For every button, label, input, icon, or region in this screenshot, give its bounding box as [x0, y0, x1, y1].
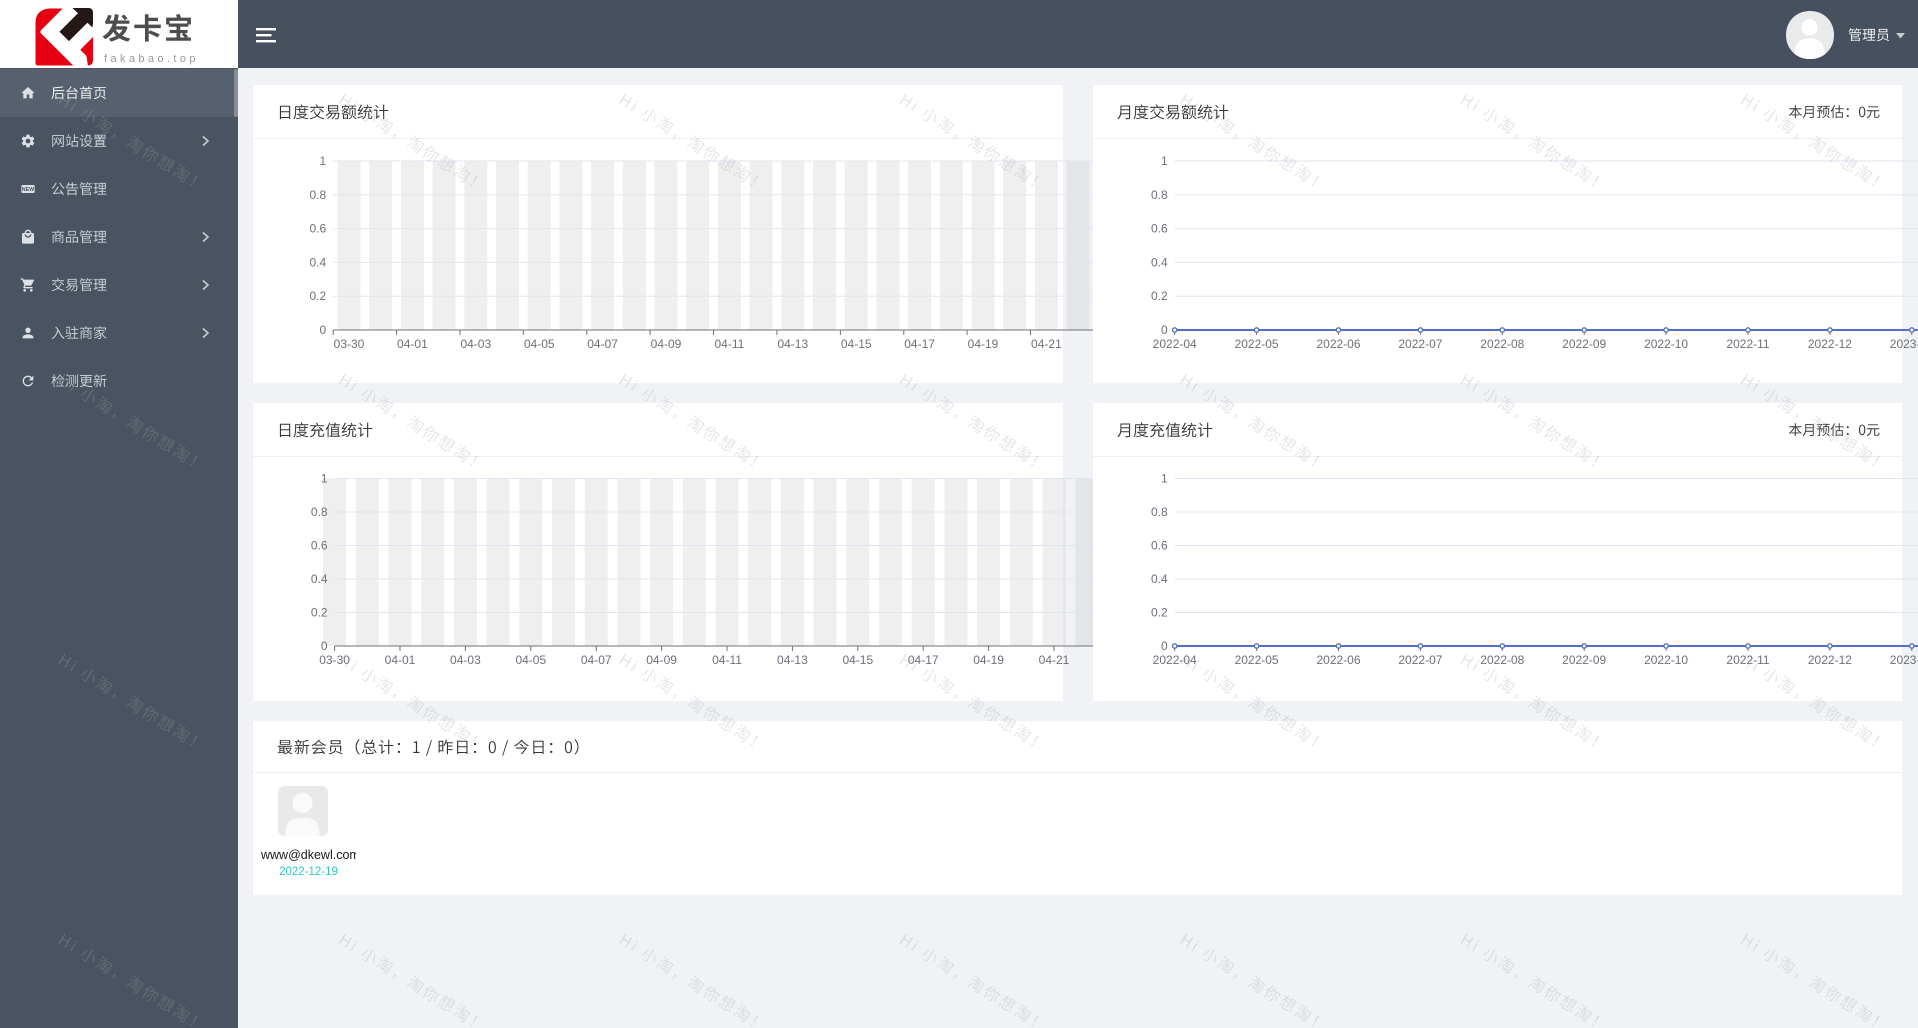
svg-text:04-03: 04-03: [460, 337, 491, 351]
svg-text:0.6: 0.6: [309, 222, 326, 236]
svg-text:0.2: 0.2: [309, 289, 326, 303]
svg-text:03-30: 03-30: [334, 337, 365, 351]
svg-text:2022-04: 2022-04: [1153, 653, 1197, 667]
svg-text:0: 0: [321, 639, 328, 653]
svg-text:04-21: 04-21: [1031, 337, 1062, 351]
svg-text:1: 1: [319, 154, 326, 168]
svg-text:03-30: 03-30: [319, 653, 350, 667]
svg-text:0.6: 0.6: [311, 539, 328, 553]
svg-text:0.8: 0.8: [1151, 188, 1168, 202]
svg-text:0.2: 0.2: [311, 606, 328, 620]
svg-text:0: 0: [1161, 639, 1168, 653]
svg-text:0.4: 0.4: [1151, 572, 1168, 586]
svg-text:2022-05: 2022-05: [1235, 337, 1279, 351]
svg-text:2022-05: 2022-05: [1235, 653, 1279, 667]
svg-text:04-19: 04-19: [973, 653, 1004, 667]
svg-text:0.8: 0.8: [309, 188, 326, 202]
svg-text:2022-06: 2022-06: [1316, 653, 1360, 667]
svg-text:04-05: 04-05: [524, 337, 555, 351]
svg-text:2022-11: 2022-11: [1726, 337, 1769, 351]
svg-text:04-07: 04-07: [581, 653, 612, 667]
svg-text:2022-09: 2022-09: [1562, 653, 1606, 667]
svg-text:1: 1: [1161, 472, 1168, 486]
svg-text:2022-12: 2022-12: [1808, 653, 1852, 667]
svg-text:0.8: 0.8: [1151, 505, 1168, 519]
svg-text:2022-10: 2022-10: [1644, 653, 1688, 667]
svg-text:04-13: 04-13: [777, 337, 808, 351]
svg-text:04-15: 04-15: [842, 653, 873, 667]
svg-text:0.6: 0.6: [1151, 222, 1168, 236]
svg-text:0.4: 0.4: [309, 255, 326, 269]
svg-text:2023-01: 2023-01: [1890, 337, 1918, 351]
svg-text:1: 1: [321, 472, 328, 486]
svg-text:2023-01: 2023-01: [1890, 653, 1918, 667]
svg-text:04-09: 04-09: [651, 337, 682, 351]
svg-text:04-11: 04-11: [714, 337, 744, 351]
svg-text:04-15: 04-15: [841, 337, 872, 351]
svg-text:1: 1: [1161, 154, 1168, 168]
svg-text:NEW: NEW: [22, 187, 35, 193]
svg-text:04-07: 04-07: [587, 337, 618, 351]
svg-text:0.4: 0.4: [1151, 255, 1168, 269]
svg-text:2022-08: 2022-08: [1480, 653, 1524, 667]
svg-text:04-21: 04-21: [1039, 653, 1070, 667]
svg-text:0.6: 0.6: [1151, 539, 1168, 553]
svg-text:0.4: 0.4: [311, 572, 328, 586]
svg-text:2022-08: 2022-08: [1480, 337, 1524, 351]
svg-text:04-13: 04-13: [777, 653, 808, 667]
svg-text:04-09: 04-09: [646, 653, 677, 667]
svg-text:0.2: 0.2: [1151, 289, 1168, 303]
svg-text:2022-06: 2022-06: [1316, 337, 1360, 351]
svg-text:2022-04: 2022-04: [1153, 337, 1197, 351]
svg-text:04-05: 04-05: [515, 653, 546, 667]
svg-text:2022-11: 2022-11: [1726, 653, 1769, 667]
svg-text:0: 0: [1161, 323, 1168, 337]
svg-text:04-03: 04-03: [450, 653, 481, 667]
svg-text:04-19: 04-19: [968, 337, 999, 351]
svg-text:2022-10: 2022-10: [1644, 337, 1688, 351]
svg-text:04-11: 04-11: [712, 653, 742, 667]
svg-text:04-17: 04-17: [904, 337, 935, 351]
svg-text:2022-09: 2022-09: [1562, 337, 1606, 351]
svg-text:04-01: 04-01: [397, 337, 428, 351]
svg-text:0: 0: [319, 323, 326, 337]
svg-text:0.8: 0.8: [311, 505, 328, 519]
svg-text:04-01: 04-01: [385, 653, 416, 667]
svg-text:2022-07: 2022-07: [1398, 653, 1442, 667]
svg-text:0.2: 0.2: [1151, 606, 1168, 620]
svg-text:04-17: 04-17: [908, 653, 939, 667]
svg-text:2022-07: 2022-07: [1398, 337, 1442, 351]
svg-text:2022-12: 2022-12: [1808, 337, 1852, 351]
